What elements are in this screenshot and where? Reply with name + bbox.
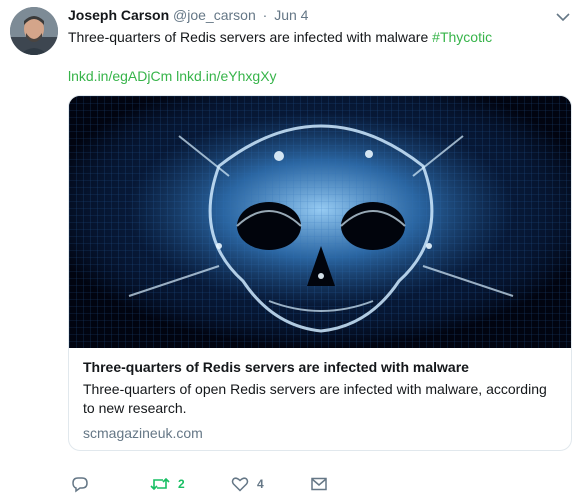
reply-icon bbox=[72, 477, 88, 493]
like-count: 4 bbox=[257, 477, 264, 491]
retweet-count: 2 bbox=[178, 477, 185, 491]
tweet-body: Three-quarters of Redis servers are infe… bbox=[68, 29, 433, 45]
retweet-button[interactable]: 2 bbox=[150, 473, 185, 495]
chevron-down-icon[interactable] bbox=[555, 10, 571, 22]
card-description: Three-quarters of open Redis servers are… bbox=[83, 381, 547, 416]
tweet-actions: 2 4 bbox=[68, 473, 573, 495]
direct-message-button[interactable] bbox=[310, 473, 328, 495]
tweet-links: lnkd.in/egADjCm lnkd.in/eYhxgXy bbox=[68, 66, 573, 86]
card-domain: scmagazineuk.com bbox=[83, 425, 203, 441]
reply-button[interactable] bbox=[71, 473, 89, 495]
tweet-timestamp[interactable]: Jun 4 bbox=[274, 7, 308, 23]
short-link[interactable]: lnkd.in/eYhxgXy bbox=[176, 68, 276, 84]
card-body: Three-quarters of Redis servers are infe… bbox=[69, 348, 571, 442]
short-link[interactable]: lnkd.in/egADjCm bbox=[68, 68, 172, 84]
heart-icon bbox=[231, 477, 249, 492]
tweet: Joseph Carson @joe_carson · Jun 4 Three-… bbox=[0, 0, 580, 500]
author-name[interactable]: Joseph Carson bbox=[68, 7, 169, 23]
avatar[interactable] bbox=[10, 7, 58, 55]
tweet-header: Joseph Carson @joe_carson · Jun 4 bbox=[68, 6, 573, 24]
card-image[interactable] bbox=[69, 96, 572, 348]
separator: · bbox=[262, 7, 268, 23]
hashtag-link[interactable]: #Thycotic bbox=[432, 29, 492, 45]
author-handle[interactable]: @joe_carson bbox=[173, 7, 256, 23]
like-button[interactable]: 4 bbox=[231, 473, 264, 495]
envelope-icon bbox=[311, 477, 327, 491]
tweet-content: Joseph Carson @joe_carson · Jun 4 Three-… bbox=[68, 6, 573, 493]
link-card[interactable]: Three-quarters of Redis servers are infe… bbox=[68, 95, 572, 451]
retweet-icon bbox=[150, 477, 170, 491]
tweet-text: Three-quarters of Redis servers are infe… bbox=[68, 27, 573, 47]
card-title[interactable]: Three-quarters of Redis servers are infe… bbox=[83, 358, 557, 376]
